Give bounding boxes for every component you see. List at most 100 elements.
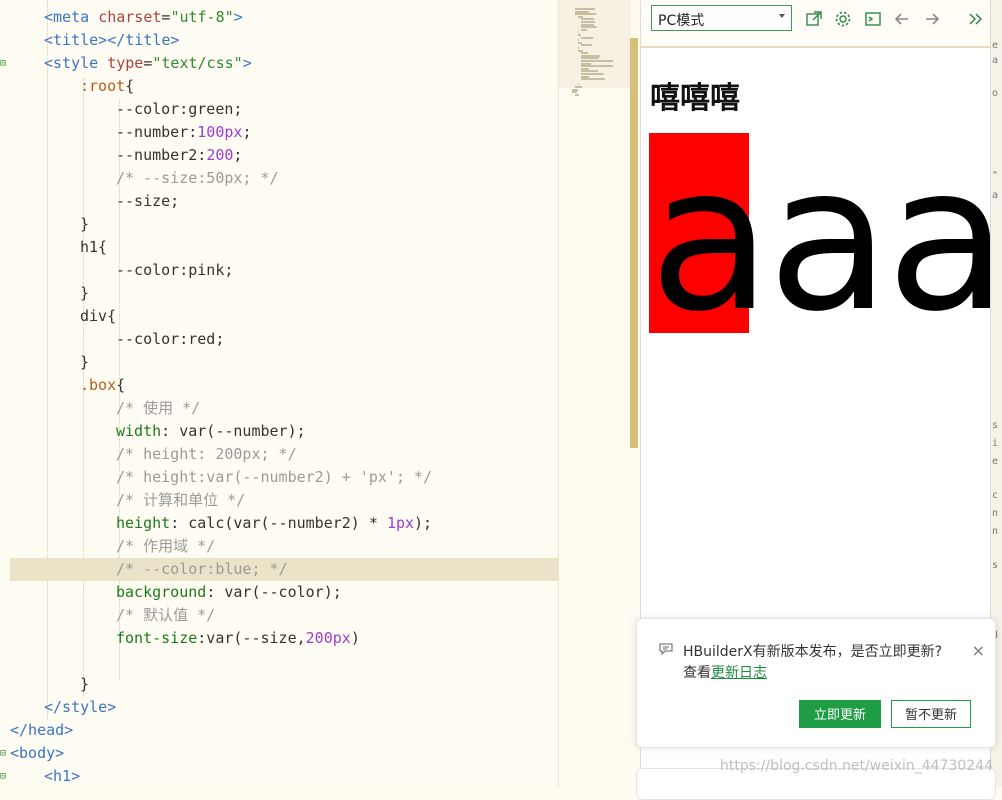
code-line[interactable]: --color:red; [10,328,558,351]
code-line[interactable]: /* --size:50px; */ [10,167,558,190]
code-token: /* height: 200px; */ [116,445,297,463]
code-token: > [242,54,252,72]
close-icon[interactable]: × [972,641,985,660]
code-line[interactable]: /* height: 200px; */ [10,443,558,466]
code-line[interactable]: --size; [10,190,558,213]
code-line[interactable] [10,650,558,673]
code-line[interactable]: width: var(--number); [10,420,558,443]
code-token: /* 默认值 */ [116,606,216,624]
code-line[interactable]: <meta charset="utf-8"> [10,6,558,29]
code-token: <meta [44,8,99,26]
fold-marker-icon[interactable]: ⊟ [0,748,9,760]
code-token: /* --color:blue; */ [116,560,288,578]
code-token: } [80,215,90,233]
fold-marker-icon[interactable]: ⊟ [0,771,9,783]
code-line[interactable]: h1{ [10,236,558,259]
code-line[interactable]: --number:100px; [10,121,558,144]
notification-message: HBuilderX有新版本发布，是否立即更新? [683,644,943,660]
code-token: div{ [80,307,117,325]
watermark: https://blog.csdn.net/weixin_44730244 [720,758,994,774]
code-line[interactable]: /* 默认值 */ [10,604,558,627]
message-icon [659,643,673,655]
code-line[interactable]: .box{ [10,374,558,397]
code-token: ; [233,146,243,164]
code-editor[interactable]: ⊟ ⊟ ⊟ <meta charset="utf-8"> <title></tit… [0,0,558,787]
code-token: <body> [10,744,65,762]
code-token: :var(--size, [197,629,306,647]
code-token: "utf-8" [170,8,234,26]
code-token: height [116,514,171,532]
code-line[interactable]: /* height:var(--number2) + 'px'; */ [10,466,558,489]
code-token: /* 使用 */ [116,399,201,417]
code-line[interactable]: </head> [10,719,558,742]
code-line[interactable]: /* 使用 */ [10,397,558,420]
code-line[interactable]: <title></title> [10,29,558,52]
code-token: <style [44,54,108,72]
page-heading: 嘻嘻嘻 [650,81,740,116]
changelog-link[interactable]: 更新日志 [711,665,767,681]
code-token: /* 计算和单位 */ [116,491,246,509]
code-token: /* --size:50px; */ [116,169,279,187]
minimap-line [581,78,606,81]
code-line[interactable]: </style> [10,696,558,719]
code-token: ); [414,514,433,532]
code-token: } [80,284,90,302]
minimap-line [575,93,579,96]
code-token: : var(--number); [161,422,306,440]
code-line[interactable]: <body> [10,742,558,765]
code-token: { [125,77,135,95]
code-token: : calc(var(--number2) * [170,514,387,532]
minimap-line [581,28,588,31]
fold-marker-icon[interactable]: ⊟ [0,58,9,70]
code-token: 200 [206,146,234,164]
code-token: 200px [305,629,351,647]
code-token: /* 作用域 */ [116,537,216,555]
code-token: .box [80,376,117,394]
code-token: "text/css" [152,54,243,72]
code-line[interactable]: } [10,213,558,236]
code-token: </style> [44,698,117,716]
fold-gutter: ⊟ ⊟ ⊟ [0,0,10,787]
code-token: --number: [116,123,198,141]
code-token: width [116,422,162,440]
code-token: ; [242,123,252,141]
code-line[interactable]: font-size:var(--size,200px) [10,627,558,650]
code-line[interactable]: height: calc(var(--number2) * 1px); [10,512,558,535]
code-line[interactable]: <h1> [10,765,558,787]
code-line[interactable]: } [10,282,558,305]
code-token: --number2: [116,146,207,164]
code-line[interactable]: /* --color:blue; */ [10,558,558,581]
code-line[interactable]: --color:pink; [10,259,558,282]
minimap-line [581,44,592,47]
code-line[interactable]: :root{ [10,75,558,98]
code-line[interactable]: --number2:200; [10,144,558,167]
code-token: > [233,8,243,26]
update-notification: HBuilderX有新版本发布，是否立即更新? 查看更新日志 × 立即更新 暂不… [636,618,996,748]
code-line[interactable]: /* 作用域 */ [10,535,558,558]
code-line[interactable]: --color:green; [10,98,558,121]
code-token: } [80,675,90,693]
code-token: </head> [10,721,74,739]
code-line[interactable]: background: var(--color); [10,581,558,604]
code-line[interactable]: } [10,673,558,696]
code-line[interactable]: } [10,351,558,374]
code-token: <h1> [44,767,81,785]
code-token: } [80,353,90,371]
code-line[interactable]: <style type="text/css"> [10,52,558,75]
code-token: font-size [116,629,198,647]
update-later-button[interactable]: 暂不更新 [891,700,971,728]
code-token: --color:red; [116,330,225,348]
code-token: --size; [116,192,180,210]
code-token: type [107,54,144,72]
update-now-button[interactable]: 立即更新 [799,700,881,728]
box-text: aaaa [649,123,991,356]
code-line[interactable]: div{ [10,305,558,328]
editor-scrollbar[interactable] [630,38,638,448]
view-prefix: 查看 [683,665,711,681]
code-token: charset [98,8,162,26]
code-token: h1{ [80,238,108,256]
code-token: background [116,583,207,601]
code-token: 100px [197,123,243,141]
minimap[interactable] [558,0,640,787]
code-line[interactable]: /* 计算和单位 */ [10,489,558,512]
